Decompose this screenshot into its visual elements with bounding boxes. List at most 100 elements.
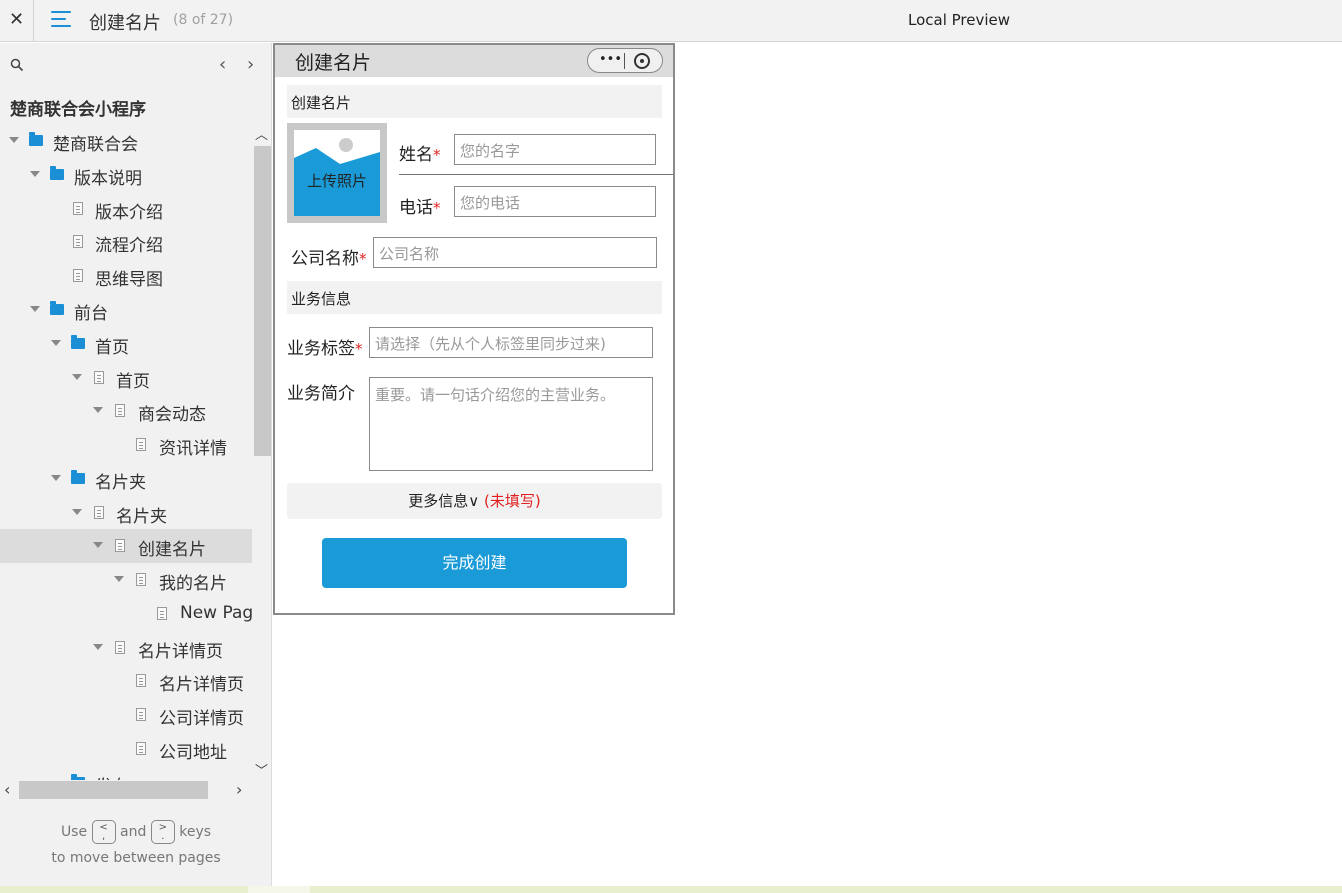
tree-item[interactable]: 楚商联合会 — [0, 124, 252, 158]
page-icon — [136, 674, 146, 687]
page-icon — [136, 573, 146, 586]
collapse-arrow-icon[interactable] — [30, 171, 40, 177]
hint-text: Use — [60, 824, 88, 840]
page-icon — [115, 539, 125, 552]
tree-item-label: 名片夹 — [95, 473, 146, 493]
keyboard-hint: Use <, and >. keys to move between pages — [0, 819, 272, 871]
tree-item-label: 创建名片 — [138, 540, 206, 560]
tree-item-label: 首页 — [116, 372, 150, 392]
tree-item-label: 版本说明 — [74, 169, 142, 189]
page-icon — [115, 641, 125, 654]
phone-input[interactable]: 您的电话 — [454, 186, 656, 217]
company-label: 公司名称* — [291, 249, 367, 269]
search-icon[interactable] — [10, 58, 24, 72]
tree-item[interactable]: 前台 — [0, 293, 252, 327]
page-icon — [136, 708, 146, 721]
tree-item[interactable]: 名片夹 — [0, 462, 252, 496]
tree-item-active[interactable]: 创建名片 — [0, 529, 252, 563]
section-header-card: 创建名片 — [287, 85, 662, 118]
tree-item[interactable]: 发布 — [0, 766, 252, 780]
tree-item-label: 楚商联合会 — [53, 135, 138, 155]
tree-item[interactable]: 首页 — [0, 361, 252, 395]
hint-text: to move between pages — [51, 850, 221, 866]
page-count: (8 of 27) — [173, 12, 234, 28]
more-info-toggle[interactable]: 更多信息∨ (未填写) — [287, 483, 662, 519]
tree-item[interactable]: 版本介绍 — [0, 192, 252, 226]
collapse-arrow-icon[interactable] — [93, 407, 103, 413]
collapse-arrow-icon[interactable] — [51, 340, 61, 346]
scroll-down-icon[interactable]: ﹀ — [255, 760, 268, 779]
next-page-icon[interactable]: › — [247, 54, 254, 75]
tree-item[interactable]: 名片详情页 — [0, 631, 252, 665]
hamburger-menu-icon[interactable] — [51, 11, 73, 29]
tree-item[interactable]: 商会动态 — [0, 394, 252, 428]
tags-select[interactable]: 请选择（先从个人标签里同步过来) — [369, 327, 653, 358]
tree-item[interactable]: 名片详情页 — [0, 664, 252, 698]
collapse-arrow-icon[interactable] — [72, 509, 82, 515]
collapse-arrow-icon[interactable] — [30, 306, 40, 312]
company-input[interactable]: 公司名称 — [373, 237, 657, 268]
tree-item-label: 公司地址 — [159, 743, 227, 763]
horizontal-scrollbar[interactable]: ‹ › — [0, 780, 252, 800]
tree-item-label: 名片详情页 — [159, 675, 244, 695]
upload-photo-button[interactable]: 上传照片 — [287, 123, 387, 223]
more-dots-icon[interactable]: ••• — [599, 52, 622, 67]
scroll-right-icon[interactable]: › — [236, 780, 242, 799]
capsule-divider — [624, 53, 625, 69]
field-divider — [399, 174, 673, 175]
page-icon — [73, 202, 83, 215]
tree-item[interactable]: 公司地址 — [0, 732, 252, 766]
tree-item[interactable]: 我的名片 — [0, 563, 252, 597]
collapse-arrow-icon[interactable] — [72, 374, 82, 380]
scroll-up-icon[interactable]: ︿ — [255, 124, 268, 143]
scrollbar-thumb[interactable] — [19, 781, 208, 799]
more-info-label: 更多信息∨ — [408, 492, 480, 510]
tags-label: 业务标签* — [287, 339, 363, 359]
phone-label: 电话* — [399, 198, 441, 218]
page-icon — [94, 506, 104, 519]
collapse-arrow-icon[interactable] — [114, 576, 124, 582]
page-icon — [136, 438, 146, 451]
intro-textarea[interactable]: 重要。请一句话介绍您的主营业务。 — [369, 377, 653, 471]
tree-item[interactable]: 名片夹 — [0, 496, 252, 530]
section-title: 创建名片 — [291, 94, 352, 112]
tree-item[interactable]: 思维导图 — [0, 259, 252, 293]
name-input[interactable]: 您的名字 — [454, 134, 656, 165]
hint-text: and — [120, 824, 147, 840]
collapse-arrow-icon[interactable] — [93, 644, 103, 650]
phone-preview: 创建名片 ••• 创建名片 上传照片 姓名* 您的名字 电话* 您的电话 公司名… — [273, 43, 675, 615]
page-icon — [157, 607, 167, 620]
tree-item[interactable]: 版本说明 — [0, 158, 252, 192]
intro-label: 业务简介 — [287, 384, 355, 404]
scroll-left-icon[interactable]: ‹ — [4, 780, 10, 799]
collapse-arrow-icon[interactable] — [9, 137, 19, 143]
page-icon — [73, 269, 83, 282]
collapse-arrow-icon[interactable] — [51, 475, 61, 481]
collapse-arrow-icon[interactable] — [93, 542, 103, 548]
tree-item[interactable]: 公司详情页 — [0, 698, 252, 732]
tree-item-label: 思维导图 — [95, 270, 163, 290]
close-icon[interactable]: ✕ — [0, 0, 34, 42]
more-info-status: (未填写) — [484, 492, 541, 510]
tree-item-label: New Page — [180, 603, 252, 623]
capsule-menu[interactable]: ••• — [587, 48, 663, 73]
tree-item[interactable]: 资讯详情 — [0, 428, 252, 462]
tree-item[interactable]: 首页 — [0, 327, 252, 361]
tree-item[interactable]: 流程介绍 — [0, 225, 252, 259]
vertical-scrollbar[interactable]: ︿ ﹀ — [253, 124, 271, 780]
folder-icon — [71, 470, 85, 484]
page-tree: 楚商联合会 版本说明 版本介绍 流程介绍 思维导图 前台 首页 首页 商会动态 … — [0, 124, 252, 780]
tree-item[interactable]: New Page — [0, 597, 252, 631]
mini-program-header: 创建名片 ••• — [275, 45, 673, 77]
previous-page-icon[interactable]: ‹ — [219, 54, 226, 75]
page-icon — [136, 742, 146, 755]
close-mini-program-icon[interactable] — [634, 53, 650, 69]
folder-icon — [50, 301, 64, 315]
page-icon — [94, 371, 104, 384]
top-bar: ✕ 创建名片 (8 of 27) Local Preview — [0, 0, 1342, 42]
name-label: 姓名* — [399, 145, 441, 165]
complete-create-button[interactable]: 完成创建 — [322, 538, 627, 588]
page-icon — [115, 404, 125, 417]
tree-item-label: 名片详情页 — [138, 642, 223, 662]
scrollbar-thumb[interactable] — [254, 146, 271, 456]
